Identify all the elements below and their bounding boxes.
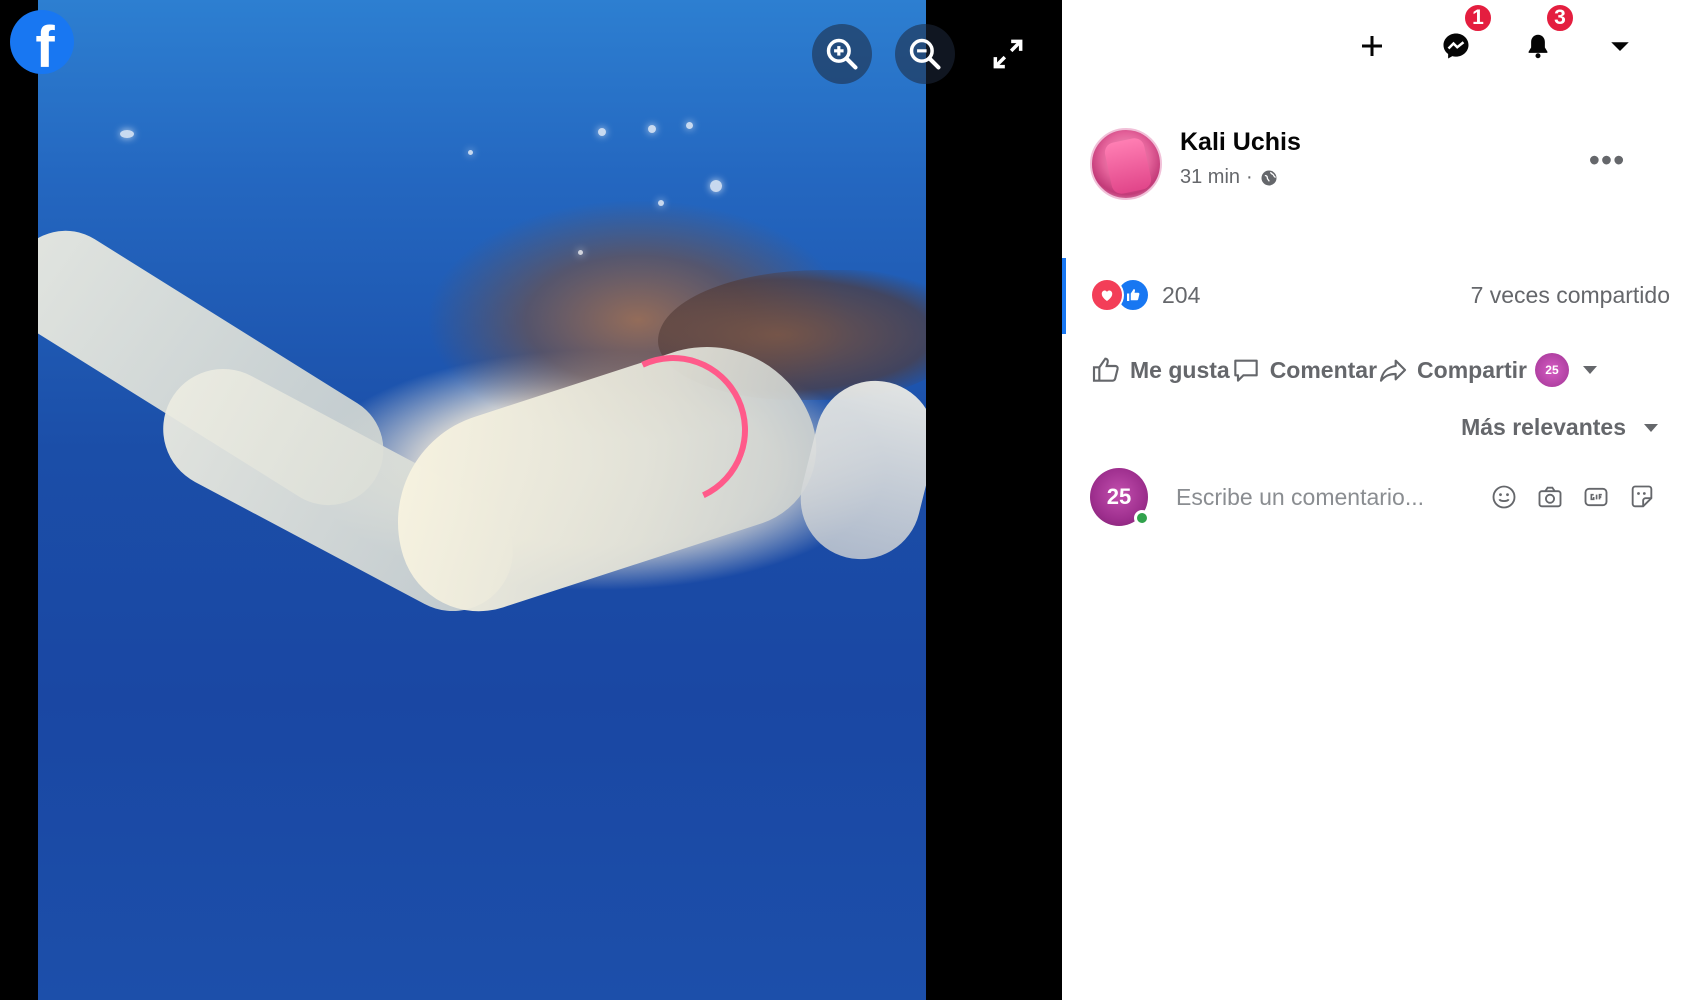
- panel-accent: [1062, 258, 1066, 334]
- share-as-avatar: 25: [1534, 353, 1569, 387]
- more-options-button[interactable]: •••: [1582, 140, 1632, 180]
- photo-button[interactable]: [1530, 477, 1570, 517]
- post-time[interactable]: 31 min: [1180, 166, 1240, 189]
- logo-letter: f: [35, 15, 55, 75]
- bell-icon: [1528, 34, 1548, 59]
- comment-sort-label: Más relevantes: [1461, 414, 1626, 440]
- author-avatar[interactable]: [1090, 128, 1162, 200]
- love-reaction-icon: [1090, 278, 1124, 312]
- photo-detail: [648, 125, 656, 133]
- notifications-badge: 3: [1544, 2, 1576, 34]
- photo-detail: [120, 130, 134, 138]
- share-label: Compartir: [1417, 356, 1527, 383]
- like-label: Me gusta: [1130, 356, 1230, 383]
- share-icon: [1379, 359, 1407, 382]
- plus-icon: [1362, 36, 1382, 56]
- comment-input[interactable]: [1176, 483, 1478, 511]
- expand-icon: [993, 39, 1023, 69]
- post-photo[interactable]: [38, 0, 926, 1000]
- post-details-panel: 1 3 Kali Uchis 31 min · ••• 204 7 veces …: [1062, 0, 1698, 1000]
- online-status-dot: [1134, 510, 1150, 526]
- photo-detail: [686, 122, 693, 129]
- gif-icon: [1584, 487, 1608, 507]
- post-actions: Me gusta Comentar Compartir 25: [1090, 348, 1670, 392]
- globe-icon: [1261, 170, 1277, 185]
- zoom-in-icon: [826, 38, 858, 70]
- share-count[interactable]: 7 veces compartido: [1471, 282, 1670, 309]
- post-meta: 31 min ·: [1180, 166, 1279, 189]
- chevron-down-icon: [1582, 366, 1597, 374]
- comment-composer: [1162, 470, 1672, 524]
- thumbs-up-icon: [1092, 357, 1119, 382]
- author-name[interactable]: Kali Uchis: [1180, 128, 1301, 157]
- messenger-badge: 1: [1462, 2, 1494, 34]
- meta-separator: ·: [1246, 166, 1253, 188]
- photo-detail: [468, 150, 473, 155]
- comment-icon: [1233, 359, 1258, 382]
- smiley-icon: [1492, 485, 1516, 509]
- sticker-icon: [1631, 485, 1653, 508]
- messenger-icon: [1443, 33, 1469, 59]
- facebook-logo-icon[interactable]: f: [10, 10, 74, 74]
- zoom-out-button[interactable]: [895, 24, 955, 84]
- avatar-detail: [1103, 136, 1153, 196]
- create-button[interactable]: [1344, 18, 1400, 74]
- fullscreen-button[interactable]: [978, 24, 1038, 84]
- share-as-selector[interactable]: 25: [1529, 353, 1597, 387]
- zoom-in-button[interactable]: [812, 24, 872, 84]
- account-menu-button[interactable]: [1592, 18, 1648, 74]
- notifications-button[interactable]: 3: [1510, 2, 1576, 74]
- chevron-down-icon: [1644, 423, 1658, 432]
- comment-sort-dropdown[interactable]: Más relevantes: [1461, 414, 1658, 441]
- reactions-summary[interactable]: 204: [1090, 278, 1200, 312]
- photo-detail: [710, 180, 722, 192]
- photo-detail: [369, 318, 837, 632]
- comment-label: Comentar: [1269, 356, 1378, 383]
- ellipsis-icon: •••: [1588, 142, 1626, 178]
- camera-icon: [1538, 486, 1562, 508]
- share-button[interactable]: Compartir: [1377, 354, 1527, 386]
- gif-button[interactable]: [1576, 477, 1616, 517]
- sticker-button[interactable]: [1622, 477, 1662, 517]
- caret-down-icon: [1611, 42, 1629, 51]
- reaction-count: 204: [1162, 281, 1201, 308]
- photo-viewer: f: [0, 0, 1062, 1000]
- zoom-out-icon: [909, 38, 941, 70]
- like-button[interactable]: Me gusta: [1090, 354, 1230, 386]
- photo-detail: [578, 250, 583, 255]
- messenger-button[interactable]: 1: [1428, 2, 1494, 74]
- photo-detail: [598, 128, 606, 136]
- emoji-button[interactable]: [1484, 477, 1524, 517]
- comment-button[interactable]: Comentar: [1230, 354, 1377, 386]
- photo-detail: [658, 200, 664, 206]
